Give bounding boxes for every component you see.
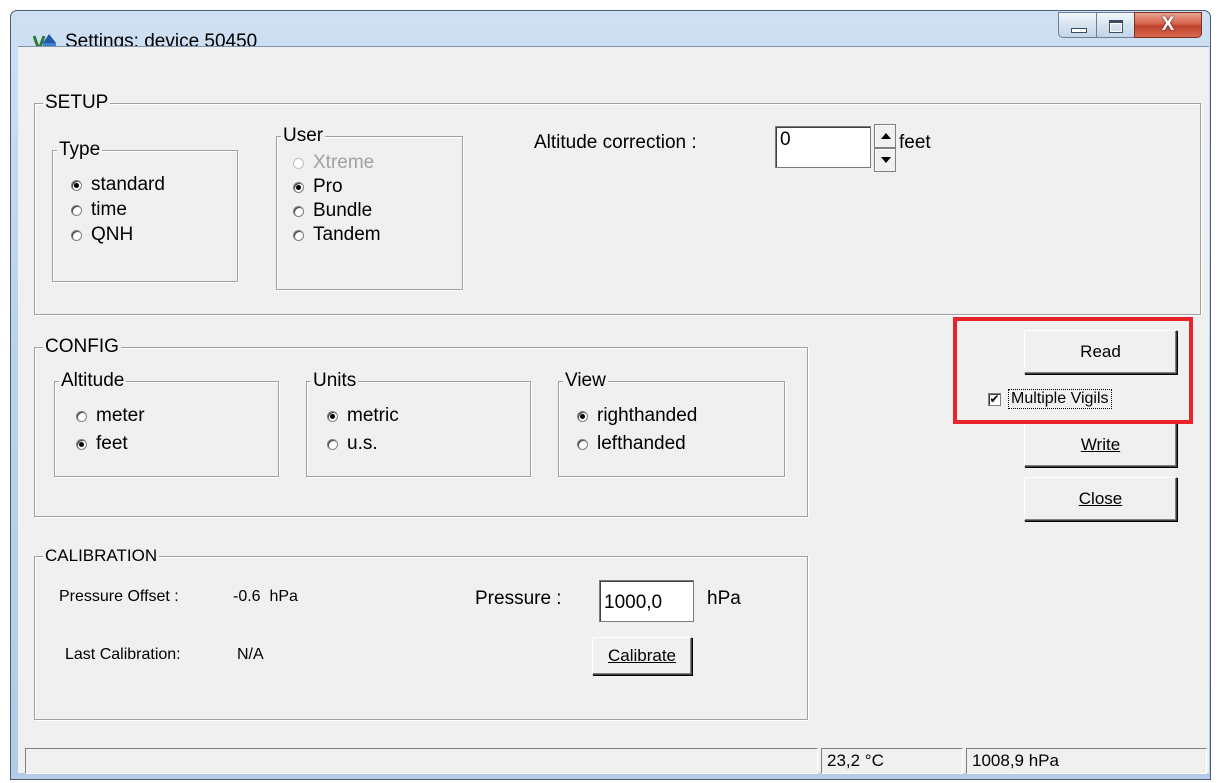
- write-button-label: Write: [1080, 435, 1121, 454]
- arrow-up-icon: [881, 133, 891, 139]
- view-group: View righthanded lefthanded: [558, 370, 785, 477]
- altitude-correction-input[interactable]: 0: [775, 126, 871, 168]
- radio-selected-icon: [577, 410, 588, 422]
- pressure-label: Pressure :: [475, 588, 562, 609]
- close-window-button[interactable]: X: [1134, 12, 1202, 38]
- altitude-group: Altitude meter feet: [54, 370, 279, 477]
- user-radio-tandem[interactable]: Tandem: [293, 224, 381, 246]
- caption-buttons: X: [1058, 12, 1202, 40]
- altitude-group-title: Altitude: [59, 370, 127, 392]
- type-radio-qnh[interactable]: QNH: [71, 224, 133, 246]
- user-radio-xtreme: Xtreme: [293, 152, 374, 174]
- radio-icon: [71, 229, 82, 241]
- type-radio-standard[interactable]: standard: [71, 174, 165, 196]
- altitude-radio-feet[interactable]: feet: [76, 433, 128, 455]
- config-group: CONFIG Altitude meter feet Units metric …: [34, 336, 808, 517]
- radio-icon: [293, 157, 304, 169]
- altitude-correction-unit: feet: [899, 132, 931, 153]
- radio-icon: [577, 438, 588, 450]
- radio-selected-icon: [327, 410, 338, 422]
- pressure-input[interactable]: 1000,0: [599, 580, 694, 622]
- units-group-title: Units: [311, 370, 359, 392]
- setup-group-title: SETUP: [43, 92, 111, 114]
- calibration-group: CALIBRATION Pressure Offset : -0.6 hPa L…: [34, 545, 808, 720]
- view-radio-lefthanded[interactable]: lefthanded: [577, 433, 686, 455]
- altitude-correction-label: Altitude correction :: [534, 132, 697, 153]
- view-radio-righthanded[interactable]: righthanded: [577, 405, 697, 427]
- spin-down-button[interactable]: [874, 148, 896, 172]
- radio-icon: [293, 229, 304, 241]
- user-group: User Xtreme Pro Bundle Tandem: [276, 125, 463, 290]
- pressure-offset-value: -0.6 hPa: [233, 588, 298, 605]
- type-group: Type standard time QNH: [52, 139, 238, 282]
- status-temperature: 23,2 °C: [821, 748, 963, 774]
- write-button[interactable]: Write: [1024, 423, 1177, 467]
- dialog-client-area: SETUP Type standard time QNH User Xtreme…: [18, 46, 1209, 774]
- close-icon: X: [1161, 14, 1175, 35]
- calibration-group-title: CALIBRATION: [43, 545, 160, 567]
- type-group-title: Type: [57, 139, 103, 161]
- arrow-down-icon: [881, 157, 891, 163]
- radio-selected-icon: [76, 438, 87, 450]
- radio-icon: [71, 204, 82, 216]
- radio-icon: [327, 438, 338, 450]
- user-group-title: User: [281, 125, 326, 147]
- status-panel-main: [25, 748, 818, 774]
- status-pressure: 1008,9 hPa: [966, 748, 1207, 774]
- last-calibration-value: N/A: [237, 646, 264, 663]
- pressure-offset-label: Pressure Offset :: [59, 588, 179, 605]
- altitude-radio-meter[interactable]: meter: [76, 405, 145, 427]
- close-button[interactable]: Close: [1024, 477, 1177, 521]
- calibrate-button-label: Calibrate: [607, 646, 677, 665]
- status-bar: 23,2 °C 1008,9 hPa: [25, 748, 1207, 774]
- close-button-label: Close: [1078, 489, 1123, 508]
- config-group-title: CONFIG: [43, 336, 121, 358]
- user-radio-pro[interactable]: Pro: [293, 176, 343, 198]
- maximize-button[interactable]: [1096, 12, 1134, 38]
- maximize-icon: [1109, 20, 1123, 33]
- setup-group: SETUP Type standard time QNH User Xtreme…: [34, 92, 1201, 315]
- calibrate-button[interactable]: Calibrate: [592, 637, 692, 675]
- highlight-annotation-box: [953, 317, 1193, 424]
- minimize-icon: [1071, 28, 1087, 33]
- radio-selected-icon: [293, 181, 304, 193]
- units-radio-us[interactable]: u.s.: [327, 433, 378, 455]
- spin-up-button[interactable]: [874, 124, 896, 148]
- altitude-correction-spinner[interactable]: [874, 124, 896, 172]
- units-radio-metric[interactable]: metric: [327, 405, 399, 427]
- units-group: Units metric u.s.: [306, 370, 531, 477]
- radio-icon: [76, 410, 87, 422]
- radio-icon: [293, 205, 304, 217]
- view-group-title: View: [563, 370, 608, 392]
- type-radio-time[interactable]: time: [71, 199, 127, 221]
- minimize-button[interactable]: [1058, 12, 1096, 38]
- radio-selected-icon: [71, 179, 82, 191]
- last-calibration-label: Last Calibration:: [65, 646, 181, 663]
- pressure-unit: hPa: [707, 588, 741, 609]
- user-radio-bundle[interactable]: Bundle: [293, 200, 372, 222]
